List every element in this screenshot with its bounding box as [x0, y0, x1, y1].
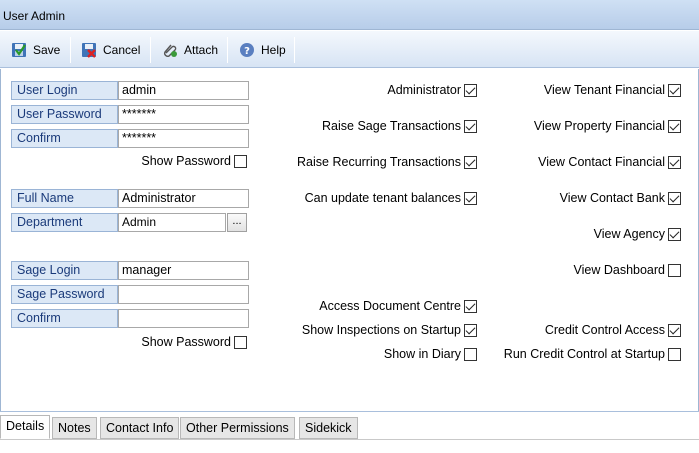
permission-right-label: Run Credit Control at Startup: [503, 347, 665, 361]
permission-right-box[interactable]: [668, 83, 681, 97]
permission-middle-label: Can update tenant balances: [304, 191, 461, 205]
sage-show-password-box[interactable]: [234, 335, 247, 349]
toolbar-separator: [294, 37, 295, 63]
show-password-box[interactable]: [234, 154, 247, 168]
toolbar-separator: [70, 37, 71, 63]
permission-right-checkbox[interactable]: View Contact Financial: [538, 154, 681, 170]
permission-middle-box[interactable]: [464, 119, 477, 133]
tab-notes[interactable]: Notes: [52, 417, 97, 439]
tab-other-permissions[interactable]: Other Permissions: [180, 417, 295, 439]
permission-middle-checkbox[interactable]: Show Inspections on Startup: [302, 322, 477, 338]
toolbar-separator: [227, 37, 228, 63]
permission-right-box[interactable]: [668, 347, 681, 361]
show-password-label: Show Password: [141, 154, 231, 168]
permission-middle-label: Raise Recurring Transactions: [297, 155, 461, 169]
user-password-label: User Password: [11, 105, 118, 124]
sage-password-label: Sage Password: [11, 285, 118, 304]
sage-login-label: Sage Login: [11, 261, 118, 280]
save-label: Save: [33, 43, 61, 57]
status-strip: [0, 439, 699, 453]
attach-button[interactable]: Attach: [162, 38, 218, 62]
details-panel: User Login admin User Password ******* C…: [0, 69, 699, 411]
tab-strip: Details Notes Contact Info Other Permiss…: [0, 411, 699, 439]
permission-middle-label: Access Document Centre: [319, 299, 461, 313]
cancel-button[interactable]: Cancel: [81, 38, 140, 62]
permission-right-label: View Dashboard: [573, 263, 666, 277]
department-label: Department: [11, 213, 118, 232]
tab-contact-info[interactable]: Contact Info: [100, 417, 180, 439]
permission-right-box[interactable]: [668, 263, 681, 277]
permission-middle-label: Show Inspections on Startup: [301, 323, 461, 337]
user-password-input[interactable]: *******: [118, 105, 249, 124]
department-input[interactable]: Admin: [118, 213, 226, 232]
confirm-password-input[interactable]: *******: [118, 129, 249, 148]
sage-show-password-label: Show Password: [141, 335, 231, 349]
permission-right-label: Credit Control Access: [544, 323, 665, 337]
permission-middle-checkbox[interactable]: Can update tenant balances: [305, 190, 477, 206]
permission-right-checkbox[interactable]: View Agency: [594, 226, 681, 242]
cancel-label: Cancel: [103, 43, 141, 57]
sage-confirm-input[interactable]: [118, 309, 249, 328]
permission-middle-checkbox[interactable]: Administrator: [387, 82, 477, 98]
permission-middle-box[interactable]: [464, 155, 477, 169]
permission-middle-checkbox[interactable]: Raise Recurring Transactions: [297, 154, 477, 170]
title-bar: User Admin: [0, 0, 699, 30]
permission-right-checkbox[interactable]: Run Credit Control at Startup: [504, 346, 681, 362]
toolbar: Save Cancel Attach ? Help: [0, 31, 699, 68]
department-browse-button[interactable]: ...: [227, 213, 247, 232]
permission-right-box[interactable]: [668, 323, 681, 337]
sage-confirm-label: Confirm: [11, 309, 118, 328]
permission-right-checkbox[interactable]: View Contact Bank: [560, 190, 681, 206]
permission-middle-checkbox[interactable]: Raise Sage Transactions: [322, 118, 477, 134]
permission-middle-box[interactable]: [464, 347, 477, 361]
sage-login-input[interactable]: manager: [118, 261, 249, 280]
attach-label: Attach: [184, 43, 219, 57]
permission-middle-checkbox[interactable]: Show in Diary: [384, 346, 477, 362]
full-name-input[interactable]: Administrator: [118, 189, 249, 208]
permission-right-box[interactable]: [668, 227, 681, 241]
permission-right-label: View Property Financial: [533, 119, 665, 133]
toolbar-separator: [150, 37, 151, 63]
permission-right-checkbox[interactable]: Credit Control Access: [545, 322, 681, 338]
permission-right-label: View Contact Bank: [559, 191, 665, 205]
permission-right-box[interactable]: [668, 119, 681, 133]
permission-middle-box[interactable]: [464, 191, 477, 205]
help-icon: ?: [239, 42, 255, 58]
help-button[interactable]: ? Help: [239, 38, 286, 62]
permission-middle-checkbox[interactable]: Access Document Centre: [319, 298, 477, 314]
tab-details[interactable]: Details: [0, 415, 51, 439]
save-button[interactable]: Save: [11, 38, 60, 62]
permission-middle-box[interactable]: [464, 299, 477, 313]
permission-middle-box[interactable]: [464, 323, 477, 337]
window-title: User Admin: [3, 9, 66, 23]
paperclip-icon: [162, 42, 178, 58]
save-icon: [11, 42, 27, 58]
full-name-label: Full Name: [11, 189, 118, 208]
sage-password-input[interactable]: [118, 285, 249, 304]
permission-middle-label: Show in Diary: [383, 347, 461, 361]
svg-text:?: ?: [244, 46, 250, 57]
permission-right-box[interactable]: [668, 191, 681, 205]
user-login-label: User Login: [11, 81, 118, 100]
permission-right-checkbox[interactable]: View Tenant Financial: [544, 82, 681, 98]
permission-right-box[interactable]: [668, 155, 681, 169]
cancel-icon: [81, 42, 97, 58]
user-login-input[interactable]: admin: [118, 81, 249, 100]
permission-middle-box[interactable]: [464, 83, 477, 97]
sage-show-password-checkbox[interactable]: Show Password: [101, 334, 247, 350]
help-label: Help: [261, 43, 286, 57]
permission-right-checkbox[interactable]: View Property Financial: [534, 118, 681, 134]
confirm-password-label: Confirm: [11, 129, 118, 148]
permission-right-label: View Contact Financial: [538, 155, 665, 169]
permission-middle-label: Raise Sage Transactions: [322, 119, 461, 133]
permission-middle-label: Administrator: [387, 83, 461, 97]
tab-sidekick[interactable]: Sidekick: [299, 417, 358, 439]
permission-right-label: View Tenant Financial: [543, 83, 665, 97]
permission-right-label: View Agency: [593, 227, 665, 241]
permission-right-checkbox[interactable]: View Dashboard: [573, 262, 681, 278]
show-password-checkbox[interactable]: Show Password: [101, 153, 247, 169]
